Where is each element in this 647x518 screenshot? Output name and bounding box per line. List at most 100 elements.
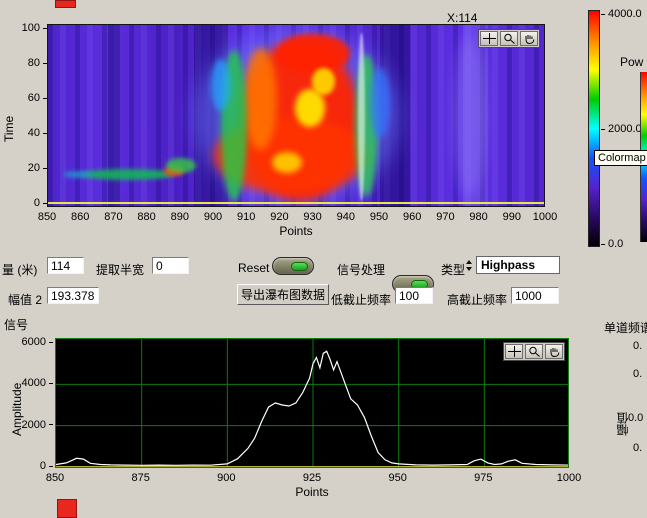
axis-tick-label: 870 (104, 211, 122, 223)
axis-tick-label: 850 (46, 472, 64, 484)
reset-toggle-knob (291, 262, 308, 271)
spectrogram-hot-region (81, 169, 174, 180)
single-channel-spectrum-title: 单道频谱 (604, 319, 647, 336)
axis-tick-label: 975 (474, 472, 492, 484)
reset-label: Reset (238, 261, 269, 275)
red-indicator-top[interactable] (55, 0, 76, 8)
red-indicator-bottom[interactable] (57, 499, 77, 518)
waveform-graph-palette (503, 342, 565, 361)
zoom-tool-icon[interactable] (525, 344, 543, 359)
axis-tick-label: 925 (303, 472, 321, 484)
spectro-yticks: 100 80 60 40 20 0 (14, 24, 47, 207)
crosshair-tool-icon[interactable] (480, 31, 498, 46)
axis-tick-label: 920 (270, 211, 288, 223)
spectrogram-hot-region (277, 34, 350, 73)
waveform-plot[interactable] (55, 338, 569, 468)
right-panel-ytick: 0. (633, 442, 642, 454)
axis-tick-label: 970 (436, 211, 454, 223)
pan-tool-icon[interactable] (520, 31, 538, 46)
spectrogram-hot-region (312, 68, 335, 94)
spectrogram-hot-region (370, 68, 390, 138)
low-cutoff-label: 低截止频率 (331, 291, 391, 308)
axis-tick-label: 900 (217, 472, 235, 484)
axis-tick-label: 860 (71, 211, 89, 223)
waveform-canvas (56, 339, 569, 468)
tick-mark (601, 244, 605, 245)
half-width-input[interactable] (152, 257, 189, 274)
color-scale-max: 4000.0 (601, 7, 642, 21)
distance-label: 量 (米) (2, 261, 37, 278)
export-waterfall-button[interactable]: 导出瀑布图数据 (237, 284, 329, 305)
axis-tick-label: 950 (370, 211, 388, 223)
axis-tick-label: 875 (131, 472, 149, 484)
labview-front-panel: Time 100806040200 X:114 8508608708808909… (0, 0, 647, 518)
spectrogram-hot-region (244, 48, 277, 150)
spectro-xticks: 8508608708808909009109209309409509609709… (47, 210, 545, 223)
pan-tool-icon[interactable] (545, 344, 563, 359)
spectrogram-hot-region (166, 158, 196, 174)
spectrogram-hot-region (211, 59, 231, 112)
filter-type-dropdown[interactable]: Highpass (476, 256, 560, 274)
spectrogram-hot-region (63, 171, 93, 178)
axis-tick-label: 850 (38, 211, 56, 223)
right-panel-y-axis-title: 幅值 (614, 396, 631, 436)
axis-tick-label: 20 (28, 161, 47, 175)
axis-tick-label: 80 (28, 56, 47, 70)
axis-tick-label: 890 (171, 211, 189, 223)
signal-panel-label: 信号 (4, 316, 28, 333)
filter-type-label: 类型 (441, 261, 465, 278)
tick-mark (601, 129, 605, 130)
axis-tick-label: 950 (388, 472, 406, 484)
half-width-label: 提取半宽 (96, 261, 144, 278)
amplitude2-input[interactable] (47, 287, 99, 304)
axis-tick-label: 940 (337, 211, 355, 223)
axis-tick-label: 1000 (533, 211, 557, 223)
spectrogram-hot-region (453, 36, 486, 197)
axis-tick-label: 980 (469, 211, 487, 223)
axis-tick-label: 960 (403, 211, 421, 223)
color-scale-mid: 2000.0 (601, 122, 642, 136)
color-scale[interactable] (588, 10, 600, 247)
color-scale-min: 0.0 (601, 237, 623, 251)
axis-tick-label: 930 (303, 211, 321, 223)
axis-tick-label: 1000 (557, 472, 581, 484)
low-cutoff-input[interactable] (395, 287, 433, 304)
axis-tick-label: 100 (22, 21, 47, 35)
spinner-up-icon (466, 260, 472, 264)
zoom-tool-icon[interactable] (500, 31, 518, 46)
tick-mark (601, 14, 605, 15)
axis-tick-label: 910 (237, 211, 255, 223)
spectrogram-hot-region (272, 152, 302, 173)
axis-tick-label: 880 (137, 211, 155, 223)
right-panel-ytick: 0. (633, 340, 642, 352)
spinner-down-icon (466, 267, 472, 271)
axis-tick-label: 900 (204, 211, 222, 223)
axis-tick-label: 990 (503, 211, 521, 223)
axis-tick-label: 0 (34, 196, 47, 210)
axis-tick-label: 60 (28, 91, 47, 105)
high-cutoff-label: 高截止频率 (447, 291, 507, 308)
spectrogram-plot[interactable] (47, 24, 545, 207)
spectrogram-baseline (48, 202, 544, 204)
reset-toggle[interactable] (272, 257, 314, 275)
axis-tick-label: 40 (28, 126, 47, 140)
spectrogram-x-axis-title: Points (47, 224, 545, 238)
distance-input[interactable] (47, 257, 84, 274)
waveform-xticks: 8508759009259509751000 (55, 471, 569, 484)
axis-tick-label: 6000 (22, 335, 53, 349)
power-spectrum-label-cut: Pow (620, 55, 643, 69)
colormap-tooltip: Colormap (594, 150, 647, 166)
waveform-yticks: 6000400020000 (24, 338, 53, 468)
crosshair-tool-icon[interactable] (505, 344, 523, 359)
waveform-x-axis-title: Points (55, 485, 569, 499)
spectro-graph-palette (478, 29, 540, 48)
high-cutoff-input[interactable] (511, 287, 559, 304)
right-panel-ytick: 0. (633, 368, 642, 380)
axis-tick-label: 0 (40, 459, 53, 473)
axis-tick-label: 4000 (22, 376, 53, 390)
axis-tick-label: 2000 (22, 418, 53, 432)
amplitude2-label: 幅值 2 (8, 291, 42, 308)
signal-processing-label: 信号处理 (337, 261, 385, 278)
filter-type-spinner[interactable] (466, 258, 472, 271)
cursor-readout: X:114 (447, 11, 477, 25)
